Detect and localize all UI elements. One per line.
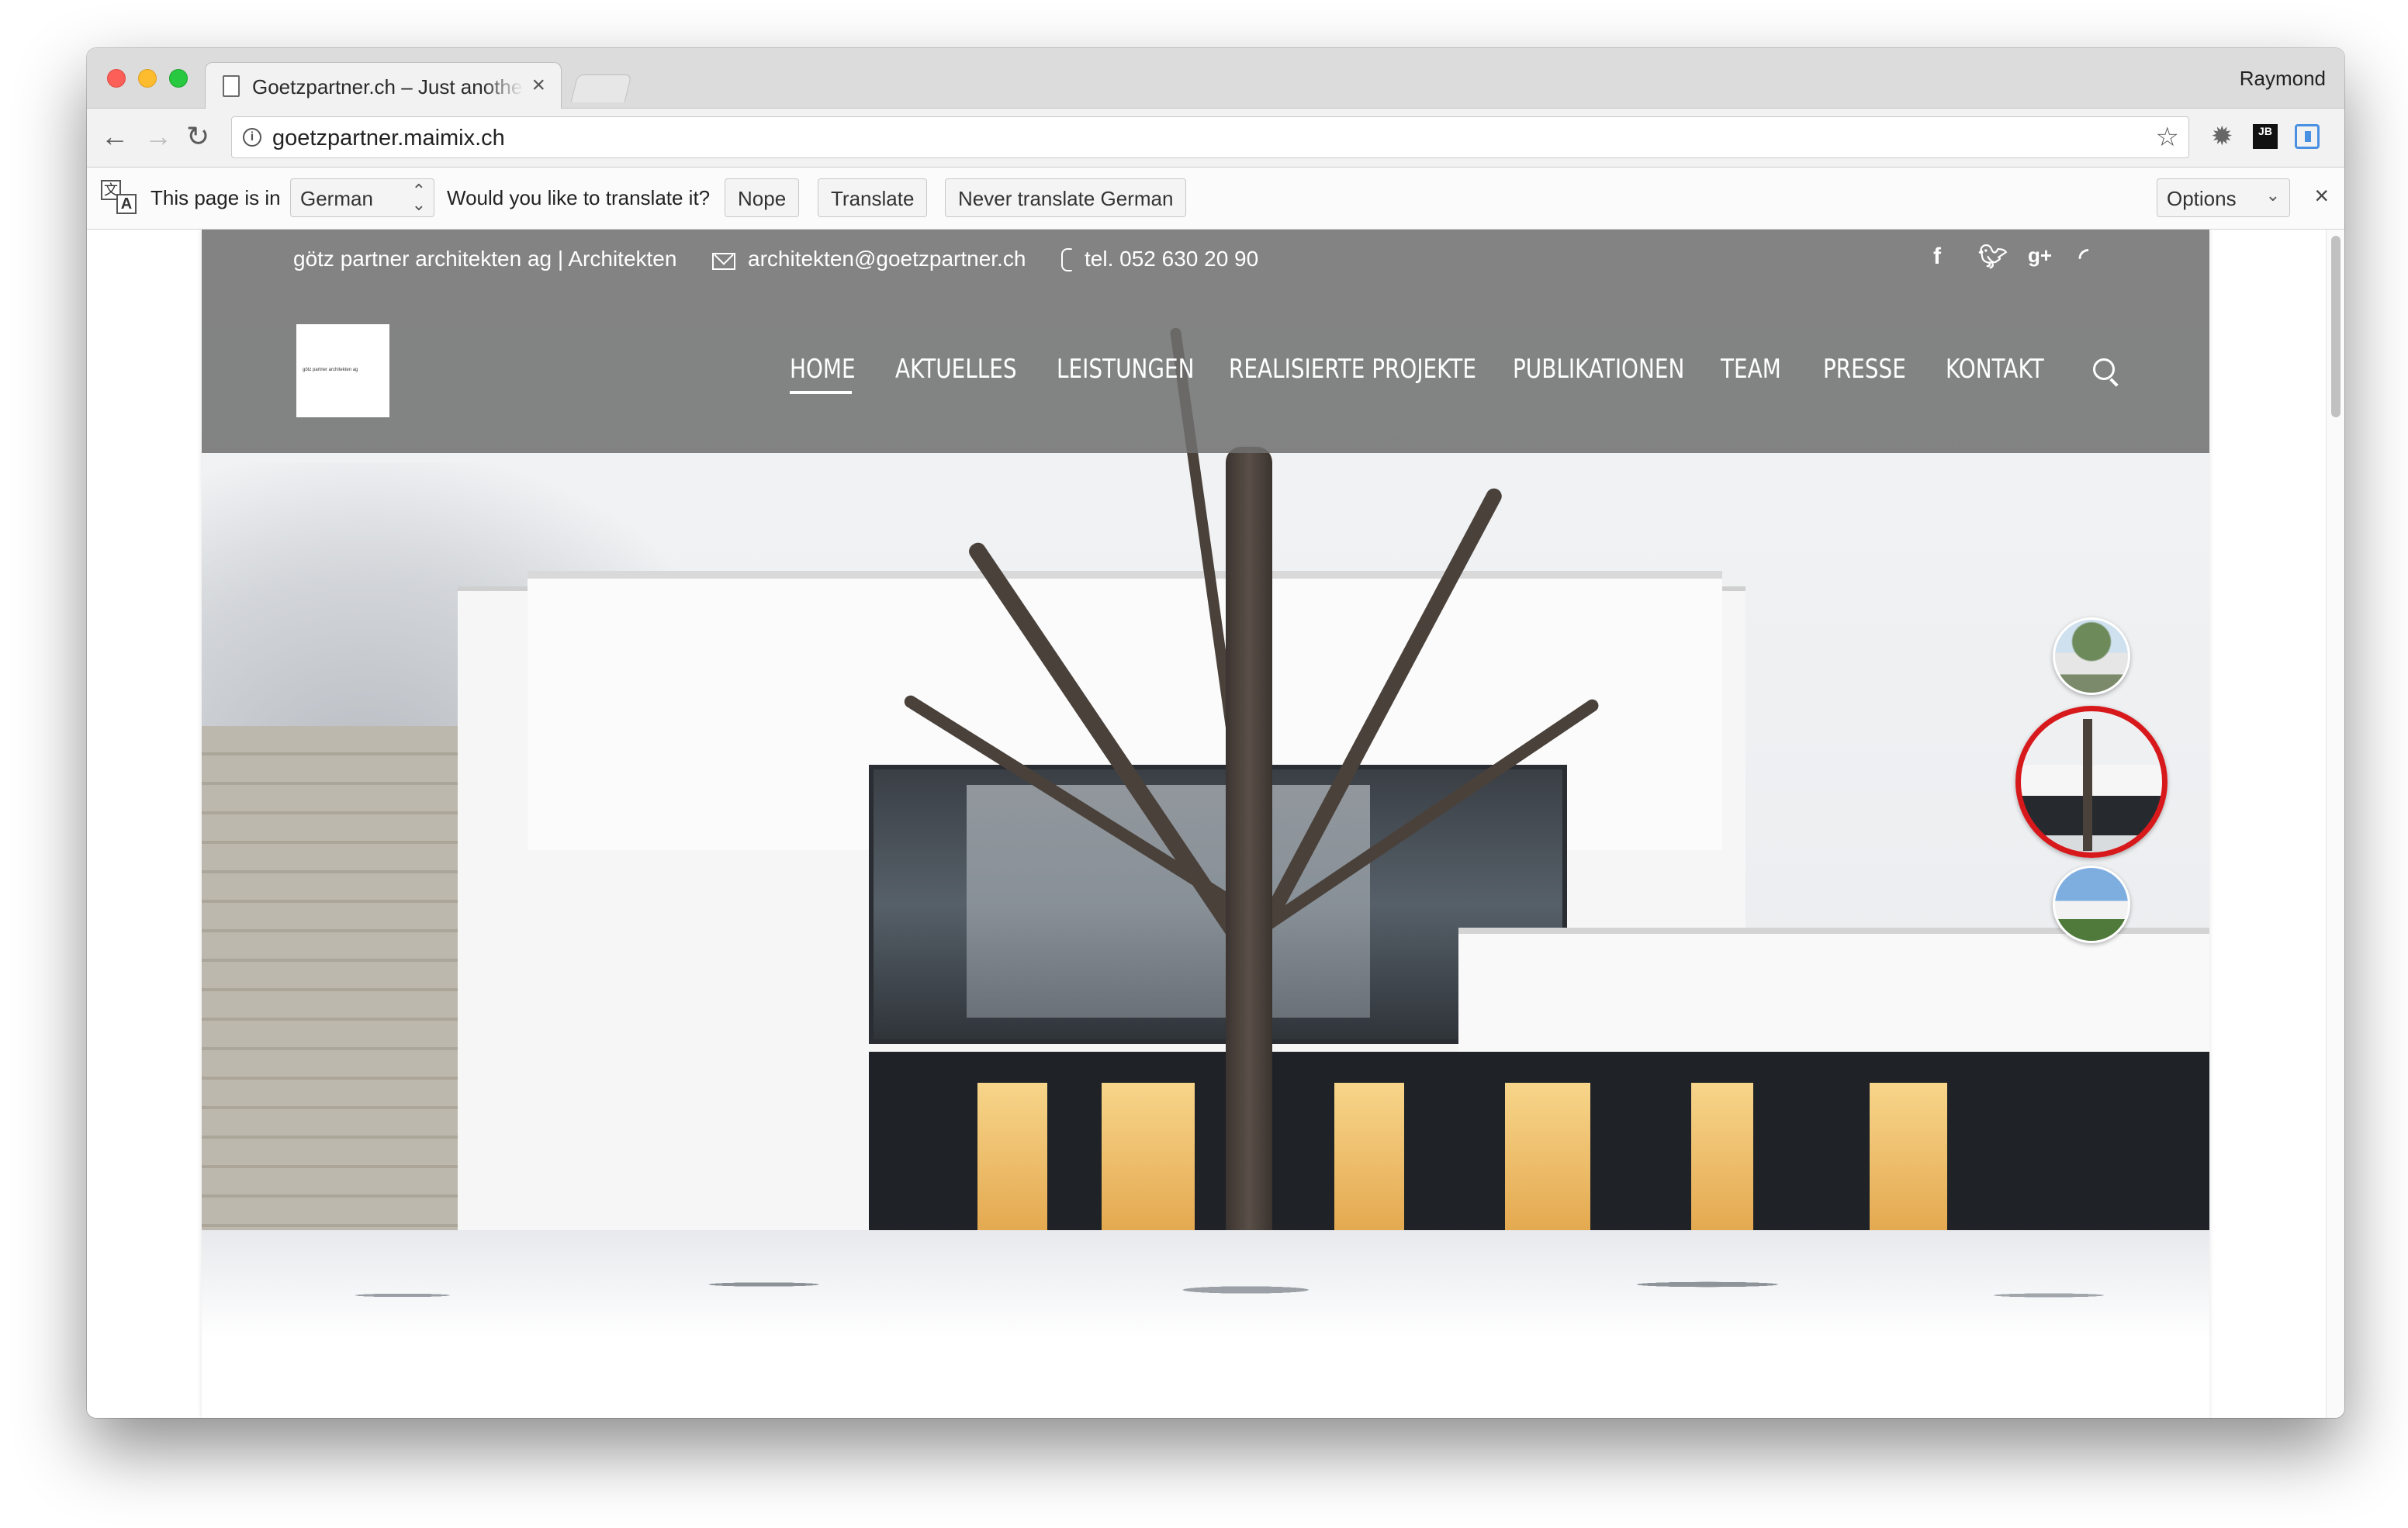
- phone-icon: [1061, 248, 1072, 271]
- website: götz partner architekten ag | Architekte…: [202, 230, 2209, 1418]
- options-select[interactable]: Options ⌄: [2157, 178, 2290, 217]
- url-text[interactable]: goetzpartner.maimix.ch: [272, 126, 505, 151]
- browser-window: Goetzpartner.ch – Just another × Raymond…: [87, 48, 2344, 1418]
- tab-title: Goetzpartner.ch – Just another: [252, 75, 524, 99]
- language-select[interactable]: German ⌃ ⌄: [290, 178, 434, 217]
- twitter-icon[interactable]: 🐦︎: [1978, 244, 2008, 271]
- new-tab-button[interactable]: [570, 74, 632, 102]
- page-icon: [223, 75, 240, 97]
- facebook-icon[interactable]: f: [1933, 244, 1941, 270]
- extension-jb-icon[interactable]: JB: [2253, 124, 2278, 149]
- slider-thumb-3[interactable]: [2053, 866, 2130, 943]
- company-name: götz partner architekten ag | Architekte…: [293, 247, 677, 271]
- reload-button[interactable]: ↻: [186, 121, 209, 152]
- translate-icon: 文 A: [101, 180, 138, 216]
- maximize-window-button[interactable]: [169, 69, 188, 88]
- search-icon[interactable]: [2093, 358, 2115, 380]
- translate-question: Would you like to translate it?: [447, 186, 711, 209]
- address-bar[interactable]: i goetzpartner.maimix.ch ☆: [231, 116, 2189, 158]
- extension-gear-icon[interactable]: ✹: [2211, 123, 2236, 150]
- nav-leistungen[interactable]: LEISTUNGEN: [1057, 354, 1194, 385]
- scrollbar-thumb[interactable]: [2331, 236, 2341, 417]
- email-link[interactable]: architekten@goetzpartner.ch: [748, 247, 1026, 271]
- nav-realisierte-projekte[interactable]: REALISIERTE PROJEKTE: [1229, 354, 1476, 385]
- rss-icon[interactable]: ◜: [2079, 244, 2088, 271]
- phone-link[interactable]: tel. 052 630 20 90: [1085, 247, 1258, 271]
- site-info-icon[interactable]: i: [243, 128, 261, 147]
- nav-team[interactable]: TEAM: [1721, 354, 1781, 385]
- forward-button[interactable]: →: [144, 121, 172, 152]
- site-logo[interactable]: götz partner architekten ag: [296, 324, 389, 417]
- nav-publikationen[interactable]: PUBLIKATIONEN: [1513, 354, 1684, 385]
- nav-presse[interactable]: PRESSE: [1823, 354, 1906, 385]
- nav-aktuelles[interactable]: AKTUELLES: [895, 354, 1017, 385]
- site-header: götz partner architekten ag | Architekte…: [202, 230, 2209, 453]
- nope-button[interactable]: Nope: [725, 178, 800, 217]
- tab-active[interactable]: Goetzpartner.ch – Just another ×: [205, 62, 562, 110]
- mail-icon: [712, 253, 735, 270]
- nav-home[interactable]: HOME: [790, 354, 856, 385]
- language-select-value: German: [300, 187, 373, 210]
- tab-strip: Goetzpartner.ch – Just another × Raymond: [87, 48, 2344, 110]
- select-arrows-icon: ⌃ ⌄: [411, 181, 426, 214]
- google-plus-icon[interactable]: g+: [2028, 244, 2052, 268]
- extension-blue-icon[interactable]: [2295, 124, 2320, 149]
- translate-close-icon[interactable]: ×: [2314, 181, 2329, 210]
- nav-kontakt[interactable]: KONTAKT: [1946, 354, 2044, 385]
- close-window-button[interactable]: [107, 69, 126, 88]
- slider-thumb-1[interactable]: [2053, 617, 2130, 695]
- logo-text: götz partner architekten ag: [303, 368, 358, 372]
- page-viewport: götz partner architekten ag | Architekte…: [87, 230, 2344, 1418]
- nav-active-underline: [790, 391, 852, 394]
- slider-thumb-2-active[interactable]: [2015, 706, 2168, 858]
- minimize-window-button[interactable]: [138, 69, 157, 88]
- back-button[interactable]: ←: [101, 121, 129, 152]
- options-label: Options: [2167, 187, 2237, 210]
- chevron-down-icon: ⌄: [2265, 185, 2280, 205]
- bookmark-star-icon[interactable]: ☆: [2156, 122, 2179, 153]
- translate-button[interactable]: Translate: [818, 178, 928, 217]
- browser-toolbar: ← → ↻ i goetzpartner.maimix.ch ☆ ✹ JB ⋮: [87, 109, 2344, 168]
- browser-menu-icon[interactable]: ⋮: [2335, 121, 2344, 152]
- profile-name[interactable]: Raymond: [2240, 67, 2326, 91]
- page-scrollbar[interactable]: [2326, 230, 2344, 1418]
- never-translate-button[interactable]: Never translate German: [945, 178, 1187, 217]
- translate-bar: 文 A This page is in German ⌃ ⌄ Would you …: [87, 168, 2344, 230]
- translate-prefix: This page is in: [150, 186, 281, 209]
- tab-close-icon[interactable]: ×: [531, 72, 545, 99]
